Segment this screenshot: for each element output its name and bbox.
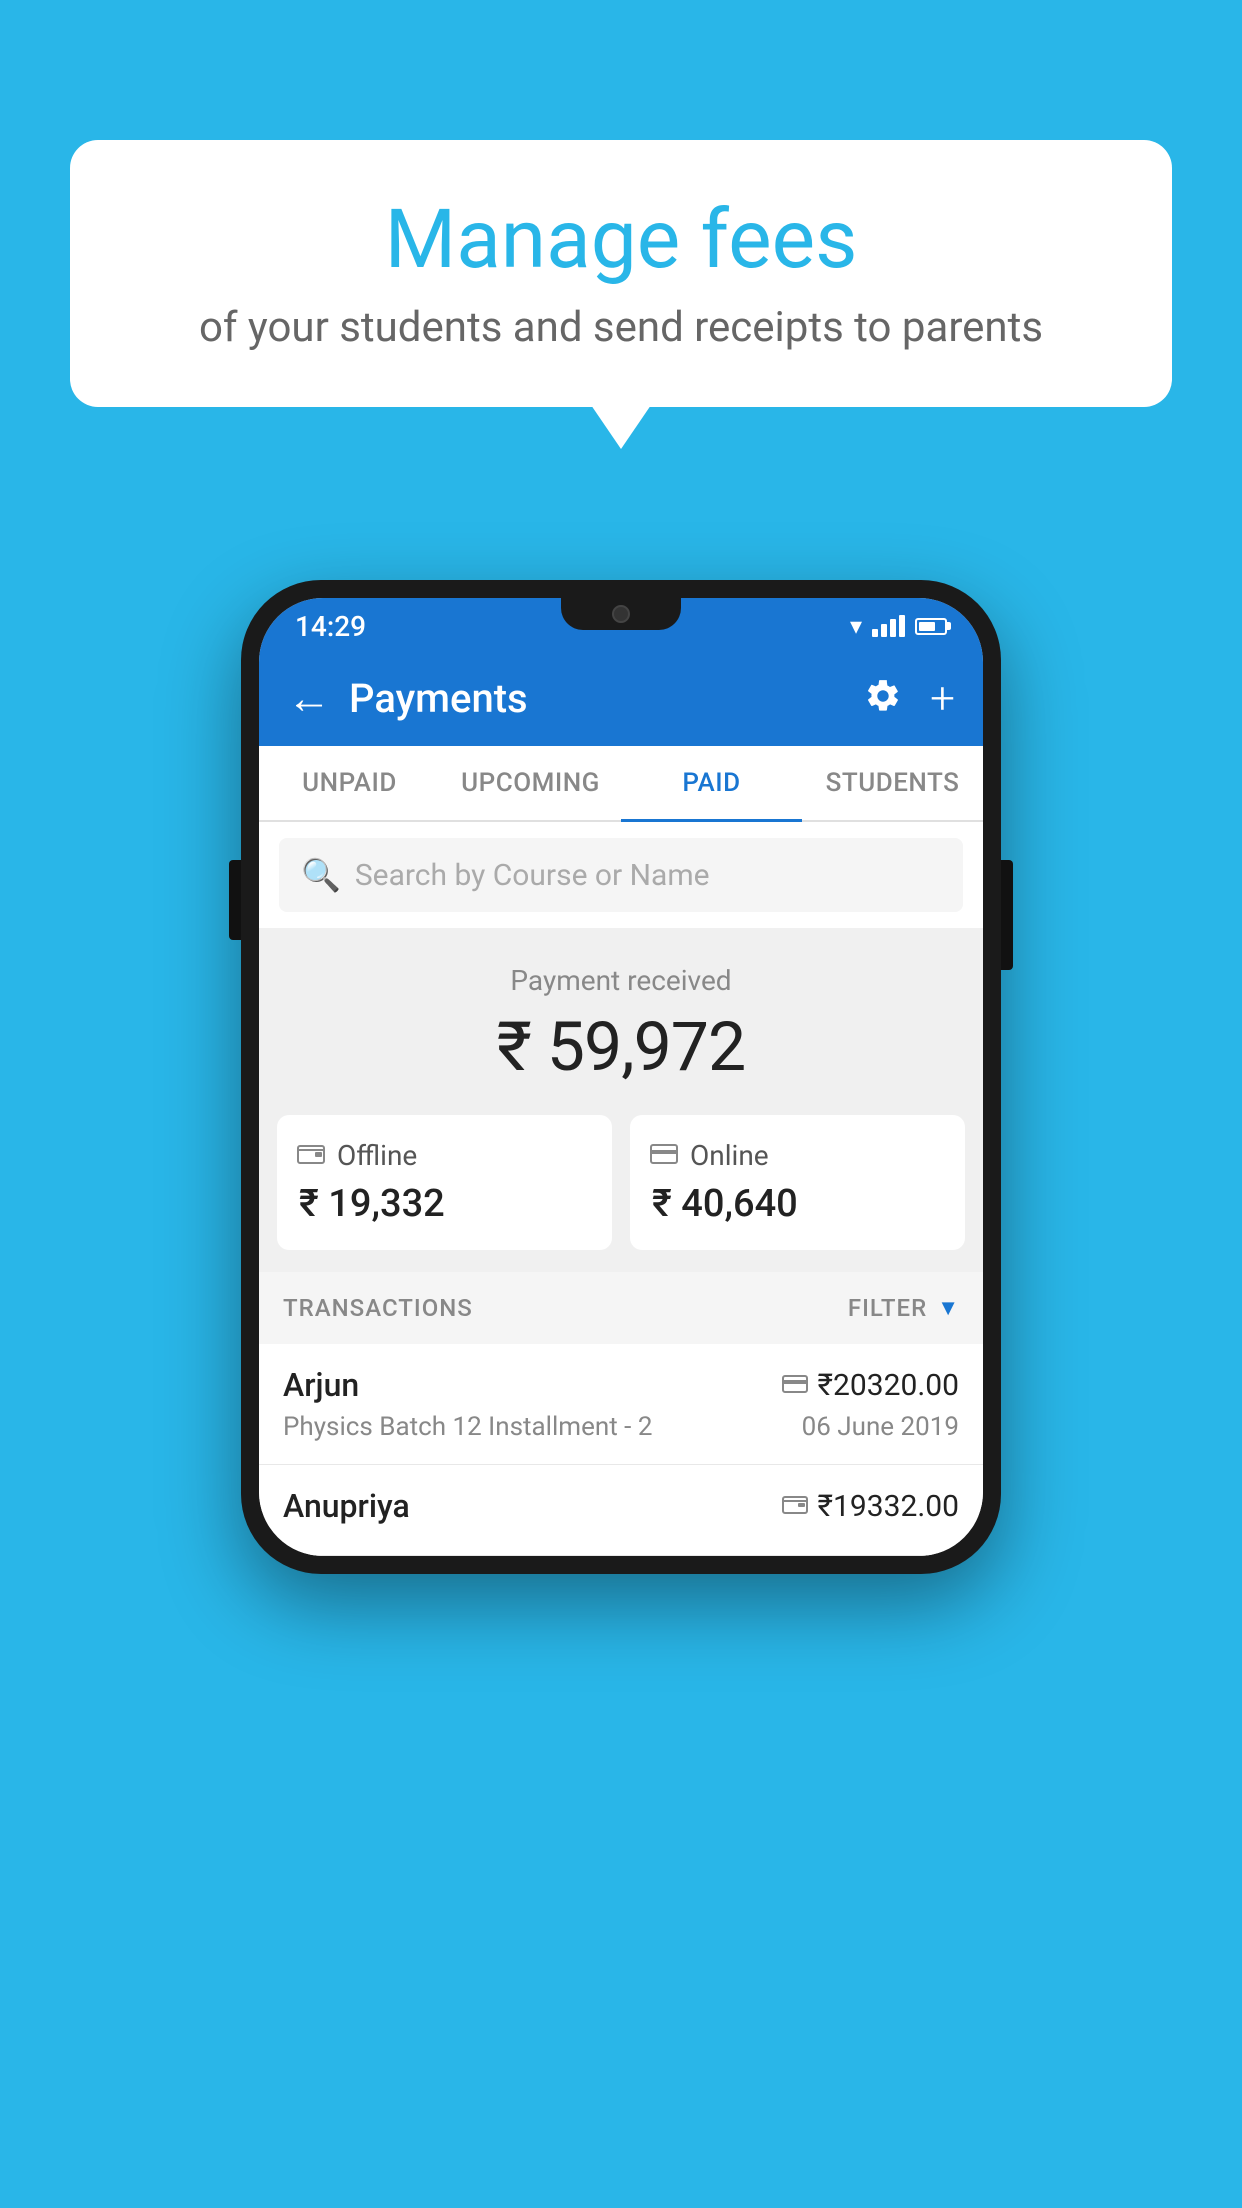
- bubble-title: Manage fees: [130, 195, 1112, 285]
- payment-cards: Offline ₹ 19,332 Online: [259, 1115, 983, 1272]
- transaction-amount-2: ₹19332.00: [818, 1489, 959, 1524]
- payment-total-amount: ₹ 59,972: [259, 1007, 983, 1087]
- offline-card: Offline ₹ 19,332: [277, 1115, 612, 1250]
- wifi-icon: ▾: [850, 612, 862, 640]
- amount-area-2: ₹19332.00: [782, 1489, 959, 1524]
- amount-area: ₹20320.00: [782, 1368, 959, 1403]
- transactions-header: TRANSACTIONS FILTER ▼: [259, 1272, 983, 1344]
- filter-label: FILTER: [848, 1294, 927, 1322]
- search-icon: 🔍: [301, 856, 341, 894]
- search-input[interactable]: Search by Course or Name: [355, 858, 710, 893]
- tab-upcoming[interactable]: UPCOMING: [440, 746, 621, 820]
- status-icons: ▾: [850, 612, 947, 640]
- transaction-amount: ₹20320.00: [818, 1368, 959, 1403]
- filter-button[interactable]: FILTER ▼: [848, 1294, 959, 1322]
- back-button[interactable]: ←: [287, 672, 331, 724]
- transaction-item[interactable]: Anupriya ₹19332.00: [259, 1465, 983, 1556]
- phone-screen: 14:29 ▾: [259, 598, 983, 1556]
- offline-label: Offline: [337, 1139, 417, 1172]
- add-button[interactable]: +: [930, 672, 955, 724]
- online-amount: ₹ 40,640: [650, 1182, 798, 1226]
- tabs-container: UNPAID UPCOMING PAID STUDENTS: [259, 746, 983, 822]
- online-icon: [650, 1141, 678, 1171]
- online-label: Online: [690, 1139, 769, 1172]
- speech-bubble-container: Manage fees of your students and send re…: [70, 140, 1172, 407]
- status-time: 14:29: [295, 610, 366, 643]
- offline-amount: ₹ 19,332: [297, 1182, 445, 1226]
- offline-payment-icon: [782, 1491, 808, 1521]
- app-bar: ← Payments +: [259, 650, 983, 746]
- phone-notch: [561, 598, 681, 630]
- signal-icon: [872, 615, 905, 637]
- settings-icon[interactable]: [864, 677, 902, 719]
- tab-students[interactable]: STUDENTS: [802, 746, 983, 820]
- transaction-row-top-2: Anupriya ₹19332.00: [283, 1487, 959, 1525]
- transaction-row-bottom: Physics Batch 12 Installment - 2 06 June…: [283, 1412, 959, 1442]
- speech-bubble: Manage fees of your students and send re…: [70, 140, 1172, 407]
- offline-icon: [297, 1141, 325, 1171]
- gear-svg: [864, 677, 902, 715]
- phone-outer: 14:29 ▾: [241, 580, 1001, 1574]
- tab-unpaid[interactable]: UNPAID: [259, 746, 440, 820]
- student-name: Arjun: [283, 1366, 359, 1404]
- student-name-2: Anupriya: [283, 1487, 410, 1525]
- transactions-label: TRANSACTIONS: [283, 1294, 473, 1322]
- course-info: Physics Batch 12 Installment - 2: [283, 1412, 652, 1442]
- battery-icon: [915, 618, 947, 635]
- online-card-header: Online: [650, 1139, 769, 1172]
- online-card: Online ₹ 40,640: [630, 1115, 965, 1250]
- offline-card-header: Offline: [297, 1139, 417, 1172]
- search-bar[interactable]: 🔍 Search by Course or Name: [279, 838, 963, 912]
- payment-received-label: Payment received: [259, 964, 983, 997]
- transaction-row-top: Arjun ₹20320.00: [283, 1366, 959, 1404]
- tab-paid[interactable]: PAID: [621, 746, 802, 820]
- search-container: 🔍 Search by Course or Name: [259, 822, 983, 928]
- payment-summary: Payment received ₹ 59,972: [259, 928, 983, 1115]
- transaction-item[interactable]: Arjun ₹20320.00 Physics Batch 12 Install…: [259, 1344, 983, 1465]
- camera: [612, 605, 630, 623]
- phone-mockup: 14:29 ▾: [241, 580, 1001, 1574]
- transaction-date: 06 June 2019: [802, 1412, 959, 1442]
- card-payment-icon: [782, 1370, 808, 1400]
- app-bar-title: Payments: [349, 675, 864, 722]
- app-bar-actions: +: [864, 672, 955, 724]
- filter-icon: ▼: [937, 1295, 959, 1321]
- bubble-subtitle: of your students and send receipts to pa…: [130, 303, 1112, 352]
